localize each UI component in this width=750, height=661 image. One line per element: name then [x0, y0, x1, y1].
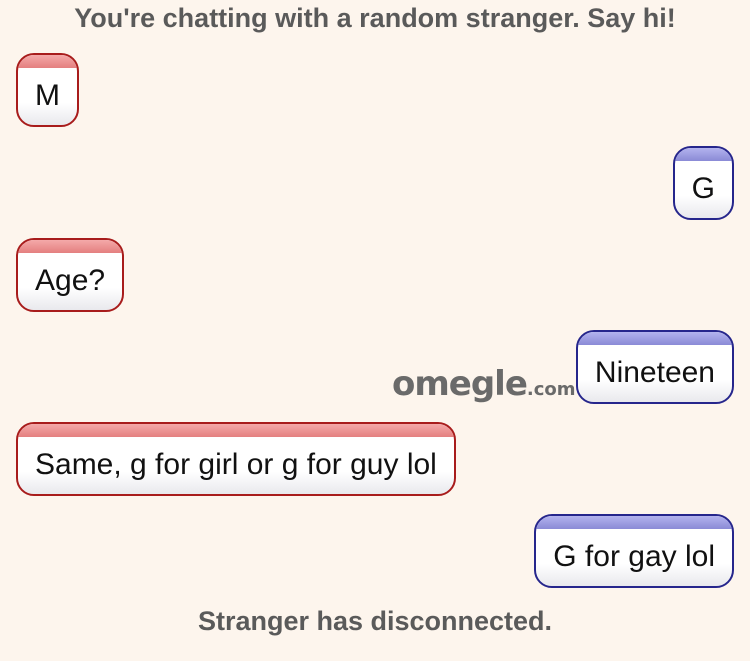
- stranger-message: Same, g for girl or g for guy lol: [16, 422, 456, 496]
- message-text: G: [691, 172, 715, 205]
- stranger-message: M: [16, 53, 79, 127]
- message-text: Age?: [35, 264, 106, 297]
- you-message: G: [672, 146, 734, 220]
- logo-domain: .com: [526, 379, 576, 400]
- chat-status-header: You're chatting with a random stranger. …: [74, 3, 676, 33]
- message-text: M: [35, 79, 60, 112]
- message-text: Nineteen: [594, 356, 715, 389]
- message-text: Same, g for girl or g for guy lol: [35, 448, 437, 481]
- disconnect-status: Stranger has disconnected.: [197, 606, 553, 636]
- you-message: G for gay lol: [534, 514, 734, 588]
- stranger-message: Age?: [16, 238, 125, 312]
- message-text: G for gay lol: [553, 540, 715, 573]
- you-message: Nineteen: [575, 330, 734, 404]
- omegle-logo: omegle.com: [392, 364, 576, 404]
- logo-wordmark: omegle: [392, 364, 528, 404]
